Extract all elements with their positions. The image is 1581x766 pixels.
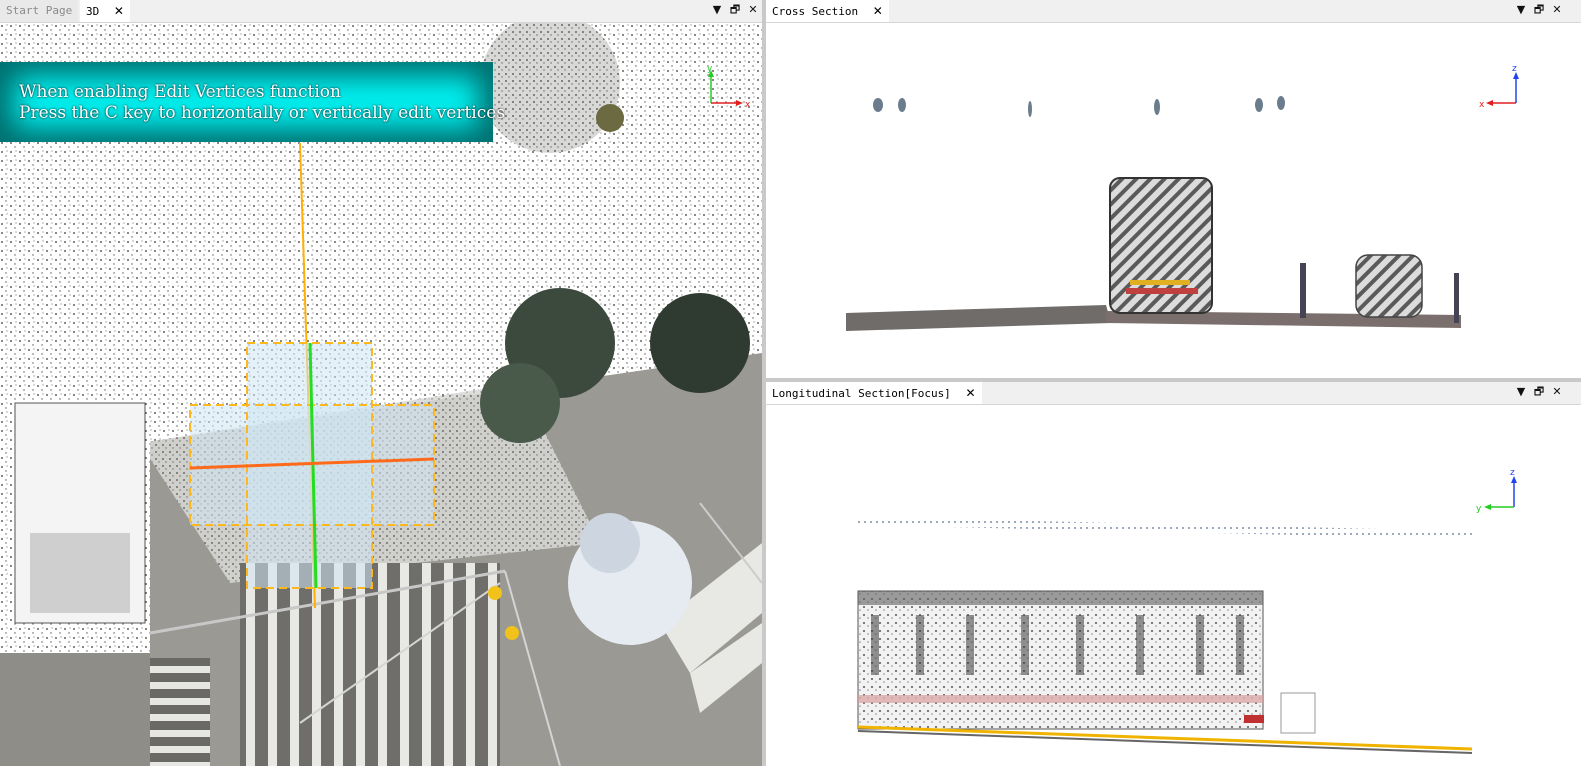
tabbar-3d: Start Page 3D ✕ ▼ 🗗 ✕ [0,0,762,23]
callout-line-1: When enabling Edit Vertices function [19,82,341,102]
tab-longitudinal-section[interactable]: Longitudinal Section[Focus] ✕ [766,382,982,404]
panel-restore-icon[interactable]: 🗗 [1532,2,1546,18]
tabbar-cross-section: Cross Section ✕ ▼ 🗗 ✕ [766,0,1581,23]
axis-y-label: y [1476,504,1482,514]
cross-section-panel: Cross Section ✕ ▼ 🗗 ✕ z x [766,0,1581,378]
tab-start-page[interactable]: Start Page [0,0,79,22]
tab-3d-label: 3D [86,5,100,18]
panel-menu-dropdown-icon[interactable]: ▼ [710,2,724,18]
tab-longitudinal-section-label: Longitudinal Section[Focus] [772,387,951,400]
tab-cross-section-label: Cross Section [772,5,859,18]
panel-close-icon[interactable]: ✕ [1550,384,1564,400]
viewport-3d[interactable]: y x When enabling Edit Vertices function… [0,23,762,766]
tooltip-callout: When enabling Edit Vertices function Pre… [0,62,505,142]
longitudinal-section-cloud: z y [857,468,1517,754]
tab-longitudinal-section-close-icon[interactable]: ✕ [965,386,975,400]
viewport-3d-panel: Start Page 3D ✕ ▼ 🗗 ✕ y x When enabling … [0,0,762,766]
axis-y-label: y [707,64,713,74]
longitudinal-section-panel: Longitudinal Section[Focus] ✕ ▼ 🗗 ✕ z y [766,382,1581,766]
panel-menu-dropdown-icon[interactable]: ▼ [1514,2,1528,18]
tab-cross-section-close-icon[interactable]: ✕ [873,4,883,18]
cross-section-view[interactable]: z x [766,23,1581,378]
cross-section-cloud: z x [846,64,1519,331]
callout-line-2: Press the C key to horizontally or verti… [19,103,506,123]
tab-cross-section[interactable]: Cross Section ✕ [766,0,889,22]
tab-3d-close-icon[interactable]: ✕ [114,4,124,18]
panel-close-icon[interactable]: ✕ [746,2,760,18]
panel-restore-icon[interactable]: 🗗 [728,2,742,18]
panel-restore-icon[interactable]: 🗗 [1532,384,1546,400]
axis-x-label: x [1479,100,1485,110]
axis-z-label: z [1510,468,1515,478]
tabbar-longitudinal-section: Longitudinal Section[Focus] ✕ ▼ 🗗 ✕ [766,382,1581,405]
longitudinal-section-view[interactable]: z y [766,405,1581,766]
tab-3d[interactable]: 3D ✕ [80,0,130,22]
tab-start-page-label: Start Page [6,4,73,17]
panel-close-icon[interactable]: ✕ [1550,2,1564,18]
panel-menu-dropdown-icon[interactable]: ▼ [1514,384,1528,400]
axis-z-label: z [1512,64,1517,74]
axis-x-label: x [745,100,751,110]
